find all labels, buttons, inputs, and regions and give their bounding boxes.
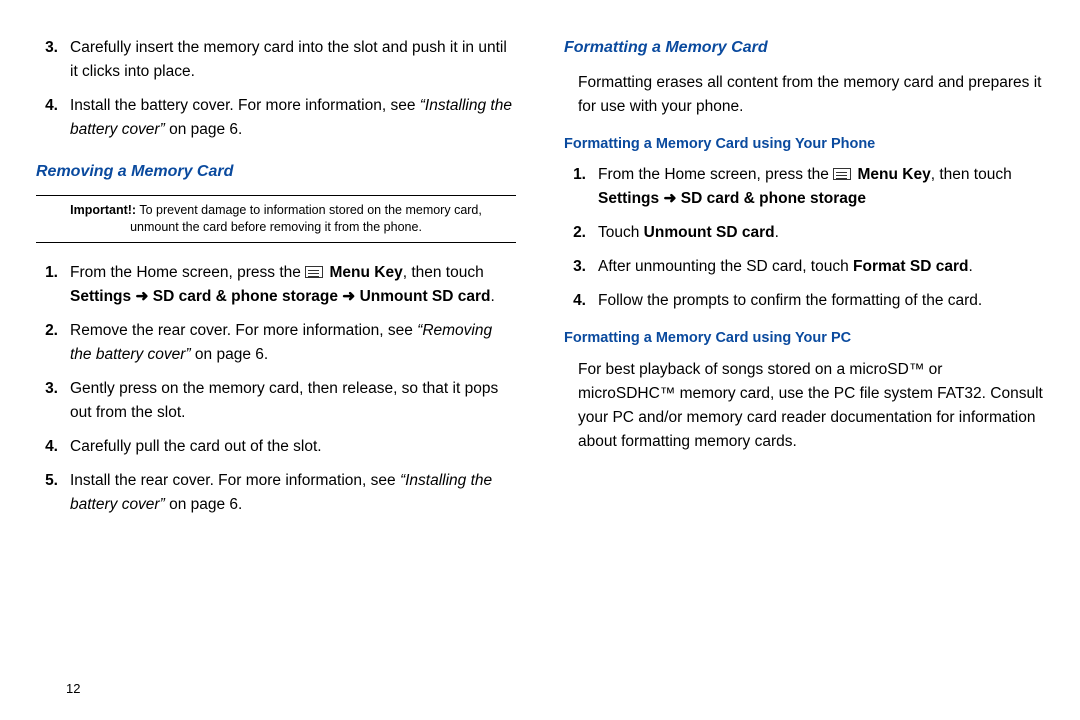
list-item: 2.Remove the rear cover. For more inform…: [36, 319, 516, 367]
subheading-phone: Formatting a Memory Card using Your Phon…: [564, 133, 1044, 155]
list-item: 4.Carefully pull the card out of the slo…: [36, 435, 516, 459]
list-body: Install the rear cover. For more informa…: [70, 469, 516, 517]
text: .: [968, 258, 972, 275]
list-number: 2.: [36, 319, 70, 367]
pc-paragraph: For best playback of songs stored on a m…: [578, 358, 1044, 454]
text: , then touch: [403, 264, 484, 281]
text: on page 6.: [165, 121, 243, 138]
text: Touch: [598, 224, 644, 241]
list-item: 2.Touch Unmount SD card.: [564, 221, 1044, 245]
list-item: 1.From the Home screen, press the Menu K…: [564, 163, 1044, 211]
list-number: 1.: [564, 163, 598, 211]
list-number: 2.: [564, 221, 598, 245]
text: From the Home screen, press the: [70, 264, 305, 281]
list-body: After unmounting the SD card, touch Form…: [598, 255, 1044, 279]
list-item: 5.Install the rear cover. For more infor…: [36, 469, 516, 517]
list-body: Carefully pull the card out of the slot.: [70, 435, 516, 459]
bold-text: Menu Key: [329, 264, 402, 281]
section-heading-removing: Removing a Memory Card: [36, 160, 516, 185]
text: Carefully pull the card out of the slot.: [70, 438, 322, 455]
list-number: 4.: [36, 94, 70, 142]
bold-text: SD card & phone storage: [153, 288, 338, 305]
phone-steps-list: 1.From the Home screen, press the Menu K…: [564, 163, 1044, 313]
section-heading-formatting: Formatting a Memory Card: [564, 36, 1044, 61]
page-layout: 3. Carefully insert the memory card into…: [0, 0, 1080, 720]
list-body: Follow the prompts to confirm the format…: [598, 289, 1044, 313]
list-body: Gently press on the memory card, then re…: [70, 377, 516, 425]
important-box: Important!: To prevent damage to informa…: [36, 195, 516, 243]
list-body: Remove the rear cover. For more informat…: [70, 319, 516, 367]
bold-text: Settings: [598, 190, 659, 207]
list-item: 3. Carefully insert the memory card into…: [36, 36, 516, 84]
important-label: Important!:: [70, 203, 136, 217]
bold-text: SD card & phone storage: [681, 190, 866, 207]
right-column: Formatting a Memory Card Formatting eras…: [564, 36, 1044, 720]
left-column: 3. Carefully insert the memory card into…: [36, 36, 516, 720]
subheading-pc: Formatting a Memory Card using Your PC: [564, 327, 1044, 349]
text: .: [491, 288, 495, 305]
list-body: Install the battery cover. For more info…: [70, 94, 516, 142]
text: .: [775, 224, 779, 241]
text: After unmounting the SD card, touch: [598, 258, 853, 275]
list-number: 3.: [564, 255, 598, 279]
important-text: To prevent damage to information stored …: [130, 203, 482, 234]
text: Gently press on the memory card, then re…: [70, 380, 498, 421]
arrow-icon: ➜: [135, 288, 148, 305]
bold-text: Menu Key: [857, 166, 930, 183]
list-number: 4.: [36, 435, 70, 459]
text: Follow the prompts to confirm the format…: [598, 292, 982, 309]
text: Install the rear cover. For more informa…: [70, 472, 400, 489]
list-body: From the Home screen, press the Menu Key…: [70, 261, 516, 309]
formatting-paragraph: Formatting erases all content from the m…: [578, 71, 1044, 119]
list-number: 5.: [36, 469, 70, 517]
arrow-icon: ➜: [663, 190, 676, 207]
list-body: Touch Unmount SD card.: [598, 221, 1044, 245]
bold-text: Format SD card: [853, 258, 968, 275]
removing-steps-list: 1.From the Home screen, press the Menu K…: [36, 261, 516, 517]
list-item: 1.From the Home screen, press the Menu K…: [36, 261, 516, 309]
list-number: 3.: [36, 377, 70, 425]
list-number: 4.: [564, 289, 598, 313]
menu-key-icon: [305, 266, 323, 278]
text: , then touch: [931, 166, 1012, 183]
text: Remove the rear cover. For more informat…: [70, 322, 417, 339]
text: From the Home screen, press the: [598, 166, 833, 183]
bold-text: Unmount SD card: [644, 224, 775, 241]
text: Install the battery cover. For more info…: [70, 97, 420, 114]
list-number: 3.: [36, 36, 70, 84]
arrow-icon: ➜: [342, 288, 355, 305]
list-body: Carefully insert the memory card into th…: [70, 36, 516, 84]
list-item: 3.Gently press on the memory card, then …: [36, 377, 516, 425]
list-number: 1.: [36, 261, 70, 309]
list-item: 4. Install the battery cover. For more i…: [36, 94, 516, 142]
text: on page 6.: [165, 496, 243, 513]
list-body: From the Home screen, press the Menu Key…: [598, 163, 1044, 211]
list-item: 3.After unmounting the SD card, touch Fo…: [564, 255, 1044, 279]
list-item: 4.Follow the prompts to confirm the form…: [564, 289, 1044, 313]
bold-text: Unmount SD card: [360, 288, 491, 305]
text: on page 6.: [191, 346, 269, 363]
page-number: 12: [66, 681, 80, 696]
menu-key-icon: [833, 168, 851, 180]
bold-text: Settings: [70, 288, 131, 305]
